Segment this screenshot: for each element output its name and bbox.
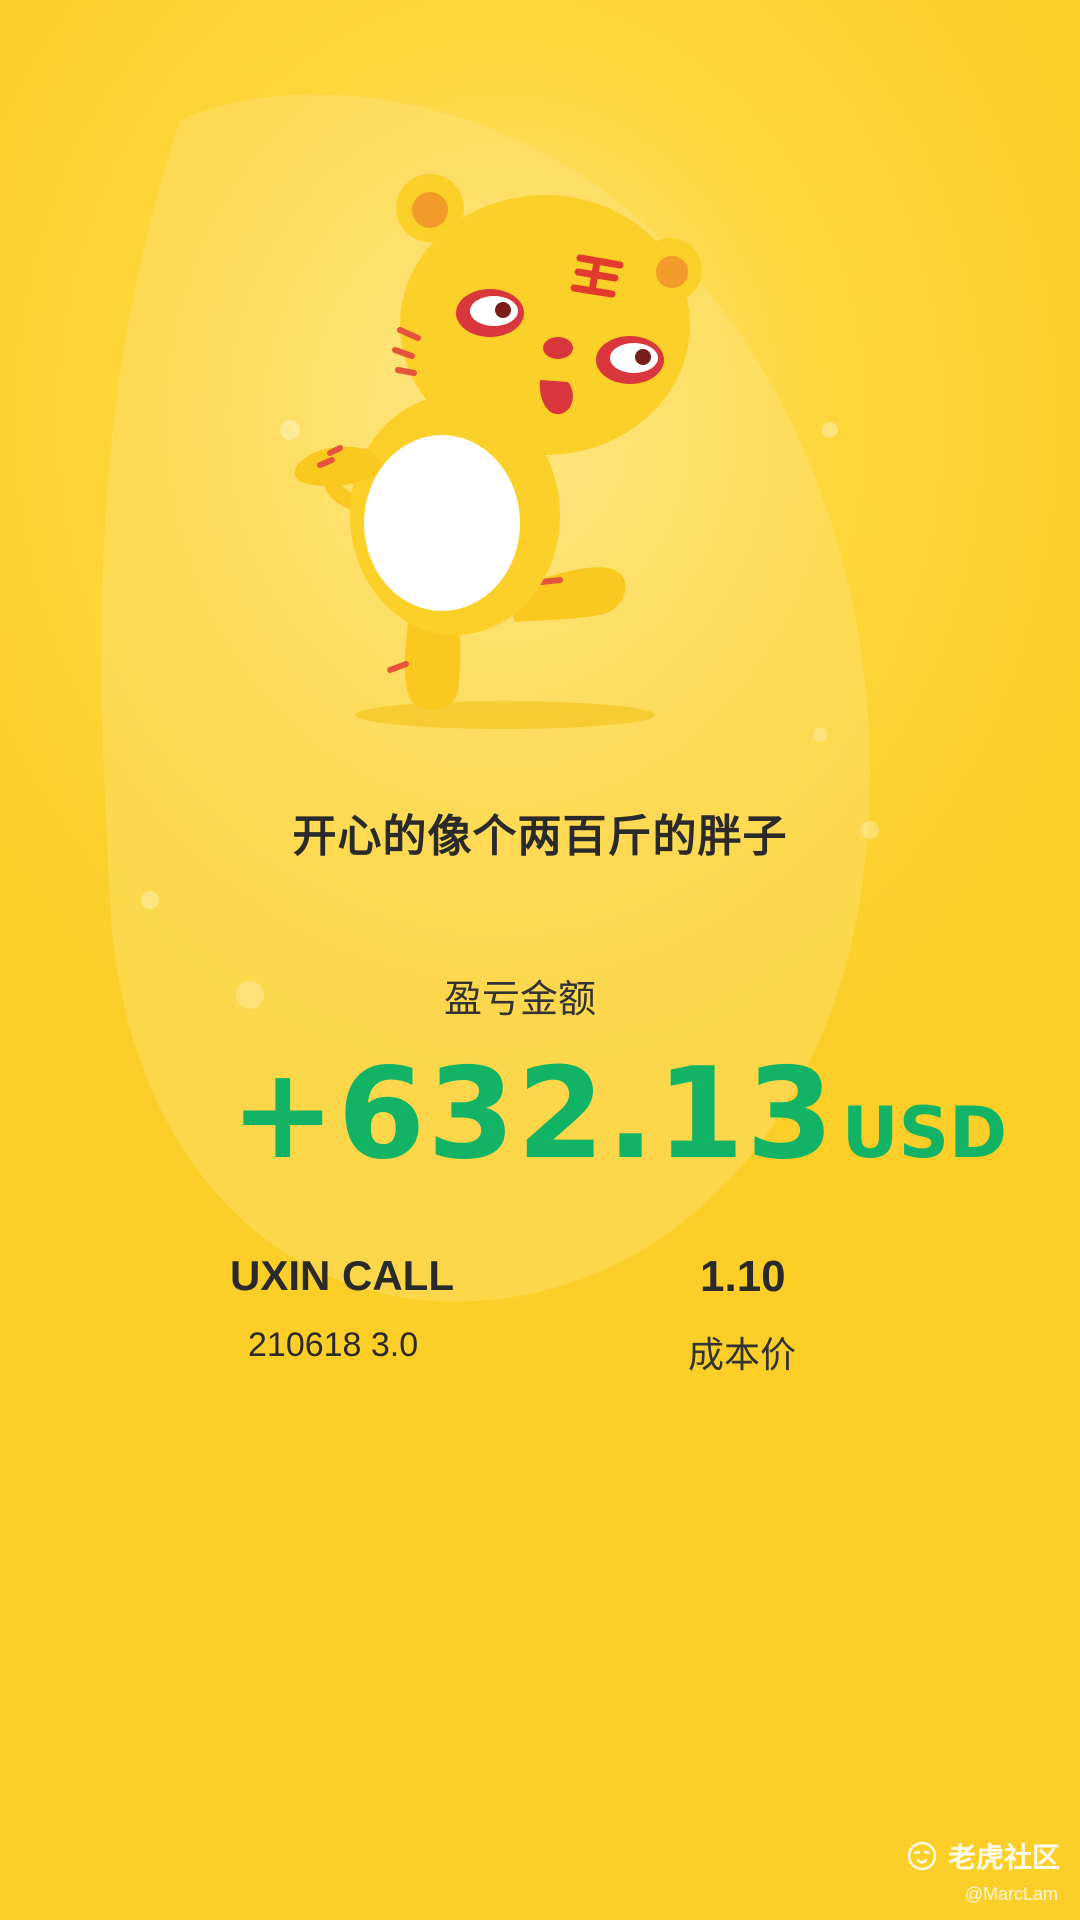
cost-price-label: 成本价 bbox=[688, 1335, 797, 1376]
pnl-amount: +632.13USD bbox=[230, 1040, 1007, 1187]
pnl-currency: USD bbox=[841, 1092, 1008, 1174]
pnl-value: +632.13 bbox=[230, 1040, 836, 1187]
cost-price-value: 1.10 bbox=[700, 1252, 786, 1301]
watermark-brand: 老虎社区 bbox=[947, 1841, 1060, 1874]
contract-detail: 210618 3.0 bbox=[248, 1326, 419, 1364]
tiger-logo-icon bbox=[907, 1841, 937, 1871]
watermark: 老虎社区 bbox=[906, 1836, 1060, 1876]
mood-caption: 开心的像个两百斤的胖子 bbox=[292, 811, 788, 862]
watermark-user: @MarcLam bbox=[964, 1884, 1058, 1904]
tiger-mascot bbox=[294, 174, 702, 729]
contract-name: UXIN CALL bbox=[230, 1252, 454, 1299]
pnl-label: 盈亏金额 bbox=[443, 977, 596, 1021]
